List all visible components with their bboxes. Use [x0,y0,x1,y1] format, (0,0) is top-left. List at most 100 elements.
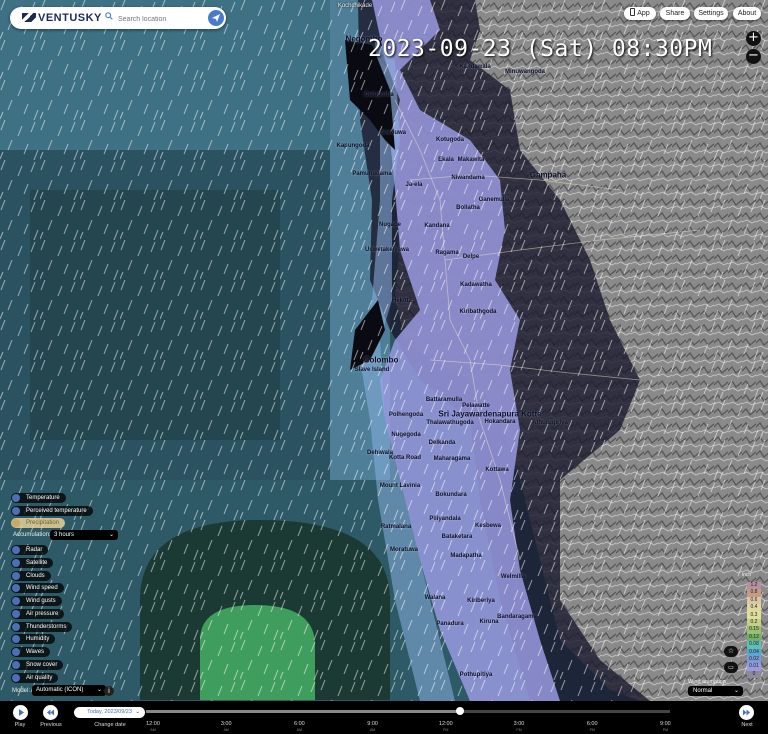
city-label: Bollatha [456,205,480,211]
city-label: Hekitta [391,298,413,304]
timeline-handle[interactable] [456,707,465,715]
city-label: Pelawatte [462,403,490,409]
forecast-datetime: 2023-09-23 (Sat) 08:30PM [368,36,713,62]
zoom-in-button[interactable]: + [746,31,761,46]
accumulation-value: 3 hours [54,532,75,538]
city-label: Ekala [438,157,454,163]
layer-label: Temperature [26,495,60,501]
layer-snow-cover[interactable]: Snow cover [11,660,64,670]
layer-label: Wind gusts [26,598,56,604]
tick-meridiem: PM [662,728,669,732]
layer-precipitation[interactable]: Precipitation [11,518,66,528]
layer-clouds[interactable]: Clouds [11,571,51,581]
city-label: Bataketara [441,534,473,540]
date-value: Today, 2023/09/23 [87,709,132,715]
phone-icon [630,8,636,16]
layer-humidity[interactable]: Humidity [11,634,56,644]
timeline-tick[interactable]: 3:00 PM [504,721,534,733]
legend-step: 0.8 [747,589,761,597]
city-label: Bandaragama [497,614,537,620]
layer-icon [12,610,20,618]
accumulation-select[interactable]: 3 hours ⌄ [50,530,118,540]
tick-meridiem: PM [443,728,449,732]
model-info-button[interactable]: i [104,686,114,696]
city-label: Thalawathugoda [426,420,474,426]
legend-step: 0.02 [747,655,761,664]
layer-waves[interactable]: Waves [11,647,51,657]
city-label: Athurugiriya [532,420,568,426]
layer-icon [12,635,20,643]
layer-label: Air quality [26,675,53,681]
layer-perceived-temperature[interactable]: Perceived temperature [11,506,93,516]
layer-radar[interactable]: Radar [11,545,49,555]
tick-meridiem: AM [369,728,376,732]
layer-satellite[interactable]: Satellite [11,558,54,568]
next-button[interactable] [739,705,754,720]
city-label: Dalupotha [364,92,394,98]
wind-animation-select[interactable]: Normal ⌄ [688,686,743,696]
about-button[interactable]: About [733,7,761,20]
previous-button[interactable] [43,705,58,720]
city-label: Nugegoda [391,432,421,438]
city-label: Madapatha [450,553,482,559]
ventusky-logo[interactable]: VENTUSKY [22,12,102,24]
app-button-label: App [637,10,650,17]
next-label: Next [741,722,753,728]
layer-air-quality[interactable]: Air quality [11,673,59,683]
layer-label: Satellite [26,560,48,566]
model-select[interactable]: Automatic (ICON) ⌄ [32,685,106,696]
layer-thunderstorms[interactable]: Thunderstorms [11,622,73,632]
locate-button[interactable] [208,10,224,26]
wind-animation-label: Wind animation [688,679,726,685]
play-button[interactable] [13,705,28,720]
city-label: Mount Lavinia [379,483,421,489]
search-input[interactable] [116,11,212,27]
layer-air-pressure[interactable]: Air pressure [11,609,65,619]
star-icon: ☆ [727,647,735,655]
city-label: Moratuwa [389,547,419,553]
city-label: Delpe [462,254,480,260]
chevron-down-icon: ⌄ [96,687,102,693]
layer-wind-speed[interactable]: Wind speed [11,583,64,593]
layer-wind-gusts[interactable]: Wind gusts [11,596,62,606]
timeline-tick[interactable]: 6:00 PM [577,721,607,733]
app-button[interactable]: App [624,7,656,20]
tick-meridiem: AM [223,728,229,732]
city-label: Nugape [378,222,402,228]
timeline-tick[interactable]: 12:00 AM [138,721,168,733]
city-label: Kiribathgoda [459,309,497,315]
timeline-tick[interactable]: 9:00 PM [650,721,680,733]
city-label: Bokundara [435,492,467,498]
share-button[interactable]: Share [660,7,690,20]
timeline-tick[interactable]: 9:00 AM [358,721,388,733]
city-label: Makawita [457,157,485,163]
comments-button[interactable]: ▭ [724,662,738,673]
zoom-out-button[interactable]: − [746,49,761,64]
city-label: Welmilla [500,574,526,580]
settings-button[interactable]: Settings [694,7,728,20]
layer-temperature[interactable]: Temperature [11,493,66,503]
layer-icon [12,584,20,592]
city-label: Ganemulla [478,197,510,203]
tick-meridiem: AM [296,728,303,732]
previous-label: Previous [40,722,62,728]
layer-icon [12,494,20,502]
timeline-tick[interactable]: 12:00 PM [431,721,461,733]
city-label: Colombo [363,355,399,365]
legend-step: 0.2 [747,618,761,627]
legend-step: 0.08 [747,641,761,649]
model-label: Model: [12,688,31,694]
timeline-tick[interactable]: 6:00 AM [284,721,314,733]
legend-unit[interactable]: inch [742,572,751,578]
timeline-tick[interactable]: 3:00 AM [211,721,241,733]
favorite-button[interactable]: ☆ [724,646,738,657]
layer-label: Snow cover [26,662,58,668]
city-label: Panadura [436,621,464,627]
date-select[interactable]: Today, 2023/09/23 ⌄ [74,707,145,718]
layer-label: Humidity [26,636,50,642]
layer-label: Air pressure [26,611,59,617]
city-label: Kiruna [479,619,499,625]
timeline-track[interactable] [146,710,670,713]
layer-icon [12,572,20,580]
wind-animation-value: Normal [693,688,713,694]
